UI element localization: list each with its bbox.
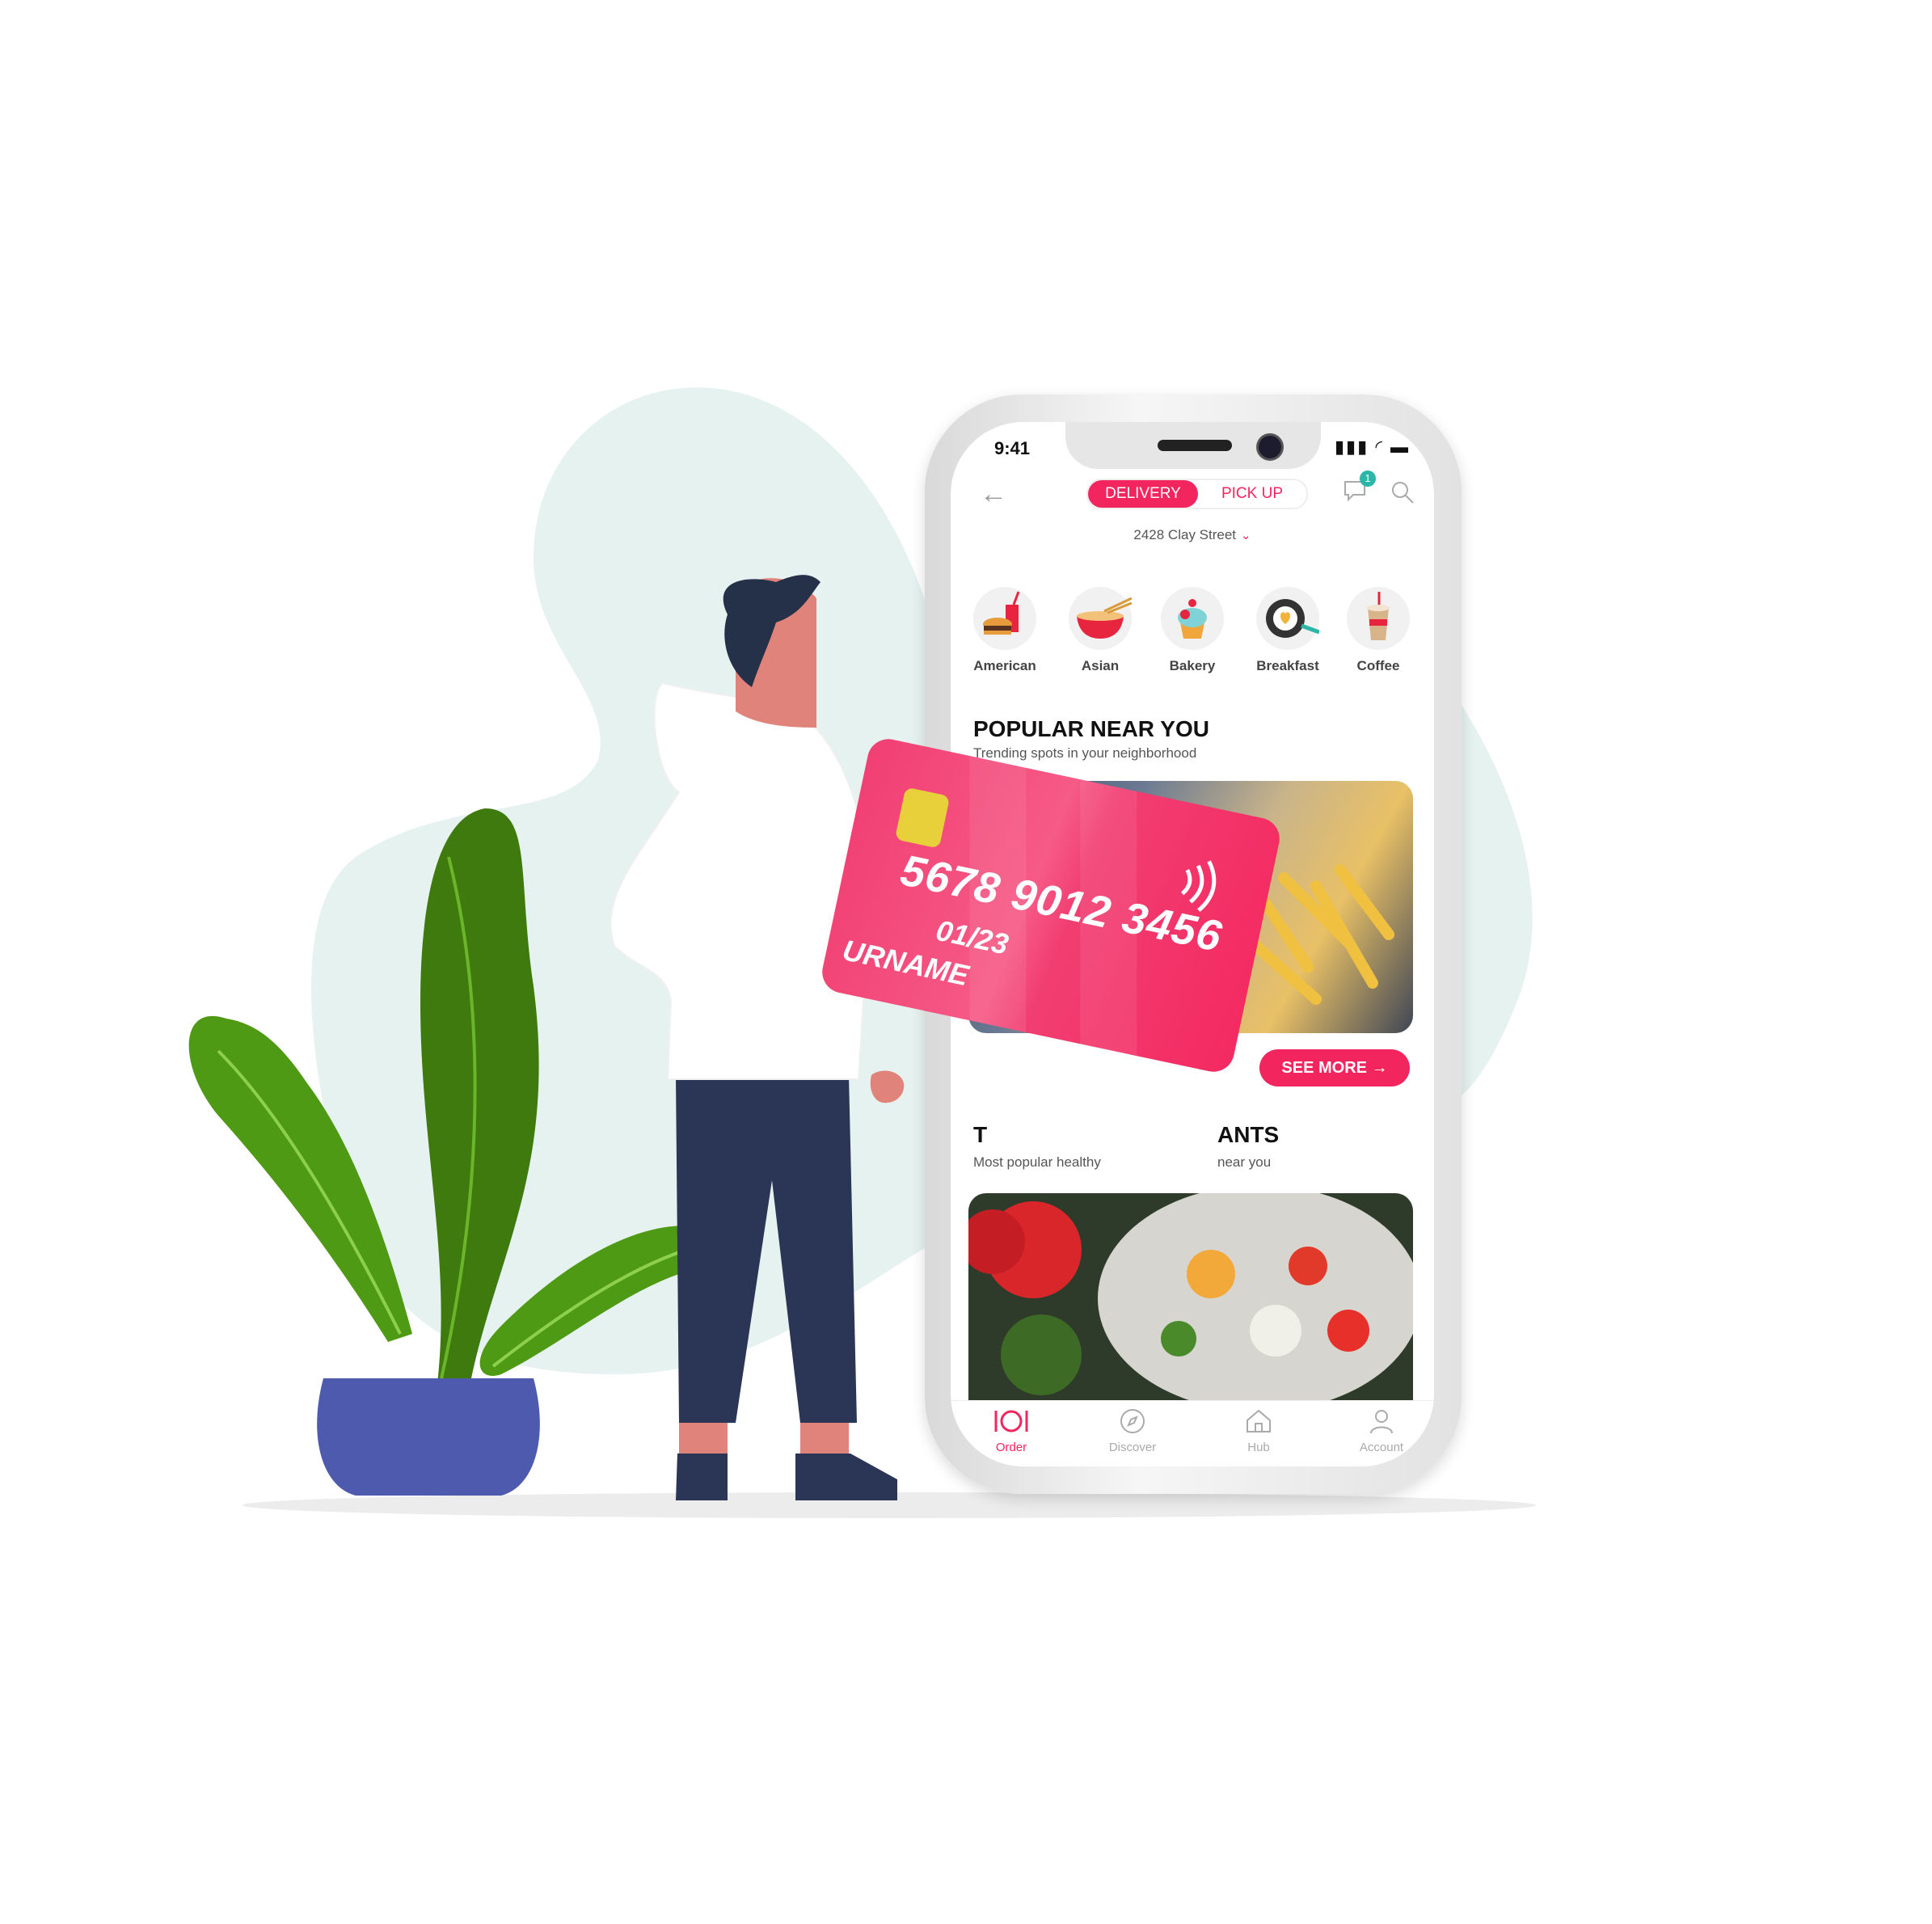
section-subtitle-popular: Trending spots in your neighborhood [973,745,1197,761]
restaurant-card-salad[interactable] [968,1193,1413,1400]
noodle-bowl-icon [1069,587,1133,650]
section-title-popular: POPULAR NEAR YOU [973,716,1209,741]
section-subtitle-top-left: Most popular healthy [973,1154,1101,1170]
iced-coffee-icon [1347,587,1410,650]
phone-notch [1065,422,1321,469]
category-label: Breakfast [1256,658,1319,673]
back-arrow-icon[interactable]: ← [980,479,1007,510]
category-bakery[interactable]: Bakery [1148,587,1237,674]
card-chip [894,787,951,849]
user-icon [1370,1410,1393,1434]
front-camera [1256,433,1284,461]
category-label: Coffee [1356,658,1400,673]
section-title-top-right: ANTS [1217,1122,1280,1147]
speaker-grille [1158,440,1232,451]
see-more-button[interactable]: SEE MORE → [1259,1049,1410,1086]
search-icon[interactable] [1389,479,1416,506]
status-icons: ▮▮▮ ◜ ▬ [1334,437,1410,457]
tab-label: Hub [1247,1441,1270,1454]
address-text: 2428 Clay Street [1133,527,1237,542]
tab-label: Order [995,1441,1027,1454]
tab-account[interactable]: Account [1337,1407,1426,1454]
tab-label: Discover [1108,1441,1157,1454]
bottom-tab-bar: Order Discover Hub Account [951,1400,1434,1466]
pickup-tab[interactable]: PICK UP [1198,480,1306,508]
person-hand [870,1070,905,1103]
home-icon [1247,1409,1271,1432]
category-label: Bakery [1169,658,1216,673]
cupcake-icon [1161,587,1224,650]
tab-hub[interactable]: Hub [1214,1407,1303,1454]
tab-discover[interactable]: Discover [1088,1407,1177,1454]
category-label: American [973,658,1036,673]
section-title-top-left: T [973,1122,988,1147]
arrow-right-icon: → [1371,1059,1388,1077]
see-more-label: SEE MORE [1281,1059,1367,1077]
category-label: Asian [1081,658,1120,673]
salad-photo [968,1193,1413,1400]
top-bar: ← DELIVERY PICK UP 1 [951,470,1434,521]
category-asian[interactable]: Asian [1056,587,1145,674]
address-selector[interactable]: 2428 Clay Street ⌄ [951,527,1434,543]
chevron-down-icon: ⌄ [1241,529,1251,542]
category-american[interactable]: American [960,587,1049,674]
tab-label: Account [1359,1441,1404,1454]
delivery-tab[interactable]: DELIVERY [1088,480,1198,508]
burger-soda-icon [973,587,1036,650]
background-blob-right [1455,695,1533,1099]
section-subtitle-top-right: near you [1217,1154,1272,1170]
category-coffee[interactable]: Coffee [1334,587,1423,674]
plate-cutlery-icon [994,1410,1028,1432]
status-time: 9:41 [994,438,1031,458]
delivery-pickup-toggle[interactable]: DELIVERY PICK UP [1086,479,1308,509]
notification-badge: 1 [1360,470,1376,487]
tab-order[interactable]: Order [967,1407,1056,1454]
compass-icon [1120,1409,1145,1433]
fried-egg-pan-icon [1256,587,1320,650]
category-breakfast[interactable]: Breakfast [1243,587,1332,674]
